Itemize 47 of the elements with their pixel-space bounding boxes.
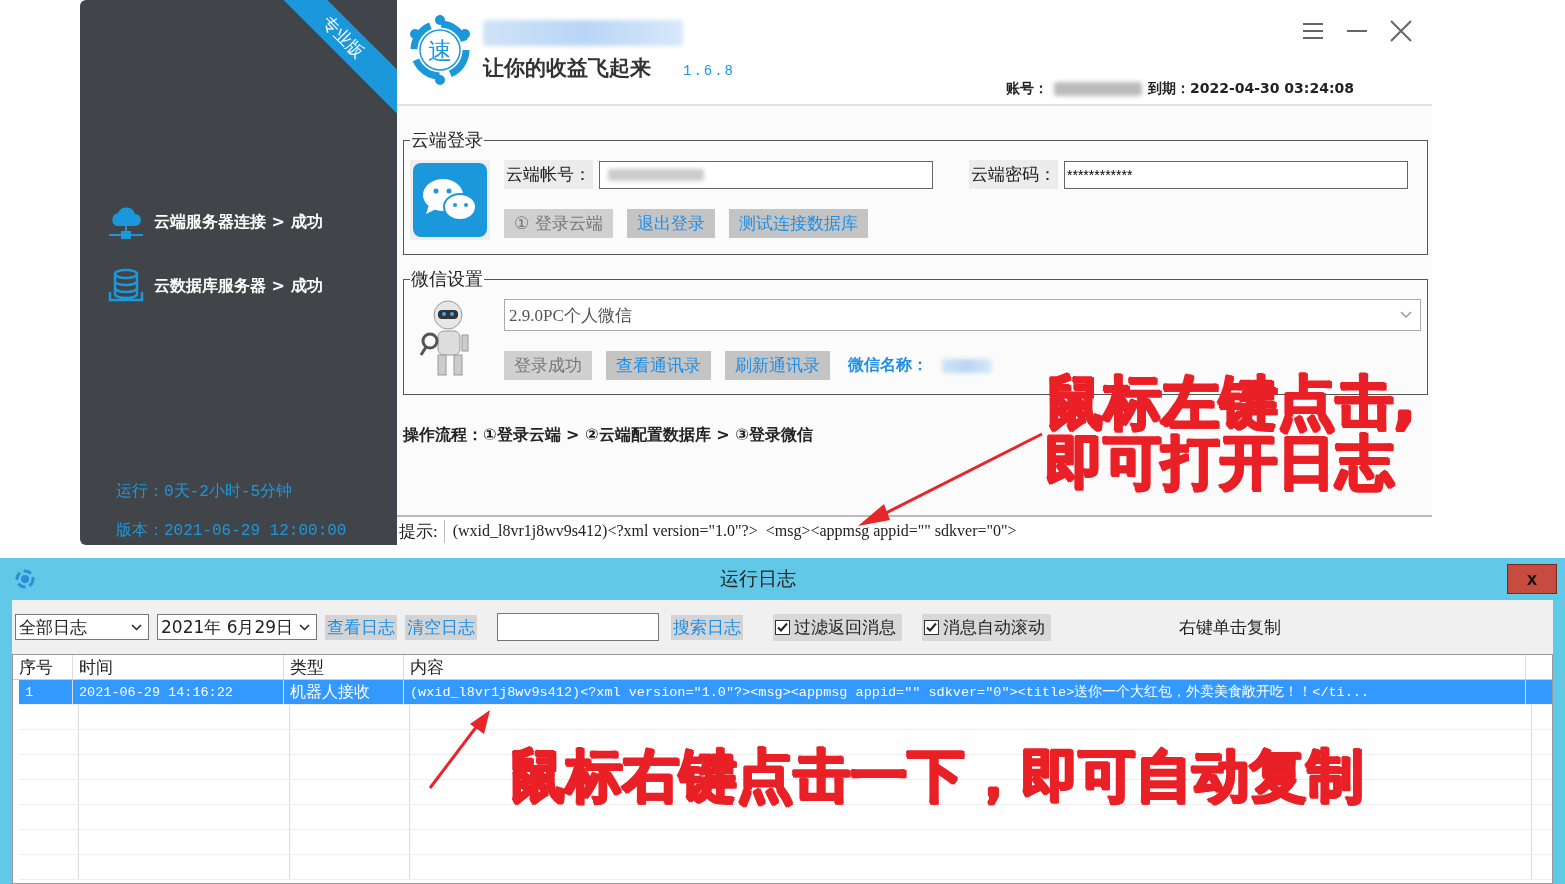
checkbox-option[interactable]: 过滤返回消息 bbox=[773, 613, 902, 641]
hint-message[interactable]: (wxid_l8vr1j8wv9s412)<?xml version="1.0"?> <msg><appmsg appid="" sdkver="0"> bbox=[444, 522, 1017, 540]
column-header[interactable]: 类型 bbox=[284, 655, 404, 679]
password-field-label: 云端密码： bbox=[969, 160, 1058, 189]
close-button[interactable]: x bbox=[1507, 564, 1557, 594]
column-header[interactable]: 内容 bbox=[404, 655, 1526, 679]
group-title: 云端登录 bbox=[410, 128, 484, 152]
annotation-text: 鼠标右键点击一下，即可自动复制 bbox=[508, 745, 1363, 805]
log-filter-select[interactable]: 全部日志 bbox=[15, 614, 149, 640]
process-steps-text: 操作流程：①登录云端 > ②云端配置数据库 > ③登录微信 bbox=[403, 425, 814, 446]
app-version: 1.6.8 bbox=[683, 63, 735, 79]
group-title: 微信设置 bbox=[410, 267, 484, 291]
column-header[interactable]: 序号 bbox=[13, 655, 73, 679]
copy-tip-text: 右键单击复制 bbox=[1179, 615, 1281, 639]
chevron-down-icon bbox=[1400, 311, 1412, 319]
redacted-wechat-name bbox=[942, 358, 992, 373]
app-logo-icon bbox=[14, 568, 36, 590]
checkbox-icon[interactable] bbox=[775, 619, 790, 635]
expiry-text: 到期：2022-04-30 03:24:08 bbox=[1147, 80, 1354, 98]
menu-icon[interactable] bbox=[1302, 22, 1324, 40]
password-input[interactable]: ************ bbox=[1064, 160, 1408, 189]
checkbox-icon[interactable] bbox=[924, 619, 939, 635]
close-icon[interactable] bbox=[1390, 20, 1412, 42]
column-header[interactable]: 时间 bbox=[73, 655, 284, 679]
table-cell: 2021-06-29 14:16:22 bbox=[73, 680, 284, 704]
window-title: 运行日志 bbox=[719, 566, 796, 591]
minimize-icon[interactable] bbox=[1346, 29, 1368, 33]
account-field-label: 云端帐号： bbox=[504, 160, 593, 189]
date-picker[interactable]: 2021年 6月29日 bbox=[157, 614, 317, 640]
hint-label: 提示: bbox=[397, 519, 445, 543]
checkbox-option[interactable]: 消息自动滚动 bbox=[922, 613, 1051, 641]
table-cell: 机器人接收 bbox=[284, 680, 404, 704]
connection-status: 云端服务器连接 > 成功 bbox=[154, 211, 323, 233]
table-cell: 1 bbox=[19, 680, 73, 704]
chevron-down-icon bbox=[299, 623, 310, 631]
wechat-version-select[interactable]: 2.9.0PC个人微信 bbox=[504, 299, 1421, 331]
account-input[interactable] bbox=[599, 160, 933, 189]
slogan-text: 让你的收益飞起来 bbox=[483, 55, 651, 82]
wechat-name-label: 微信名称： bbox=[848, 355, 928, 376]
runtime-text: 运行：0天-2小时-5分钟 bbox=[116, 482, 293, 502]
version-date-text: 版本：2021-06-29 12:00:00 bbox=[116, 521, 348, 541]
table-cell: (wxid_l8vr1j8wv9s412)<?xml version="1.0"?><msg><appmsg appid="" sdkver="0"><title>送你一个大红包，外卖美食敞开吃！！</ti... bbox=[404, 680, 1526, 704]
search-input[interactable] bbox=[497, 613, 659, 641]
chevron-down-icon bbox=[131, 623, 142, 631]
account-label: 账号： bbox=[1005, 80, 1048, 98]
chat-bubbles-icon bbox=[413, 163, 487, 237]
connection-status: 云数据库服务器 > 成功 bbox=[154, 275, 323, 297]
